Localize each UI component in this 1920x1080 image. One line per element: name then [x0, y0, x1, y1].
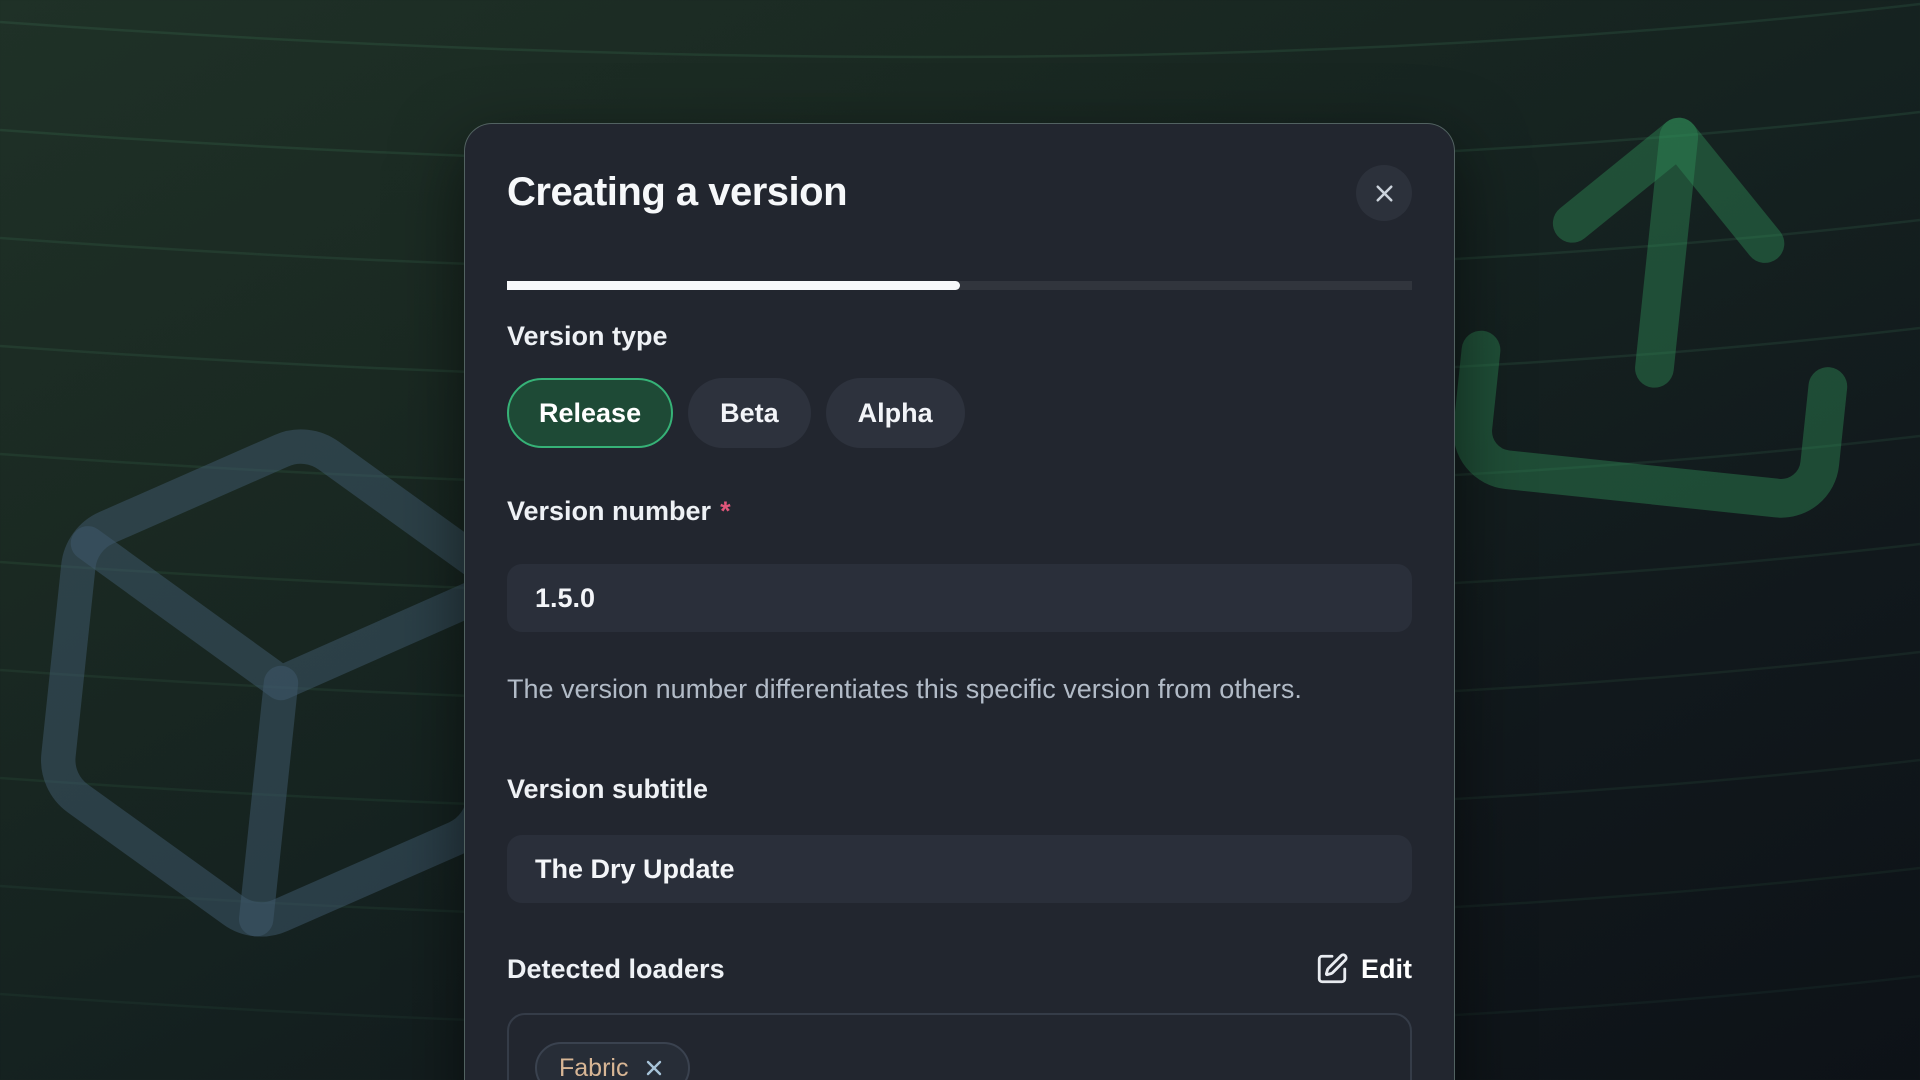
progress-fill [507, 281, 960, 290]
progress-bar [507, 281, 1412, 290]
upload-icon [1405, 55, 1916, 566]
loader-chip-fabric: Fabric [535, 1042, 690, 1080]
dialog-body: Version type Release Beta Alpha Version … [465, 321, 1454, 1080]
remove-icon [642, 1056, 666, 1080]
version-number-label: Version number * [507, 496, 1412, 526]
required-asterisk: * [720, 496, 731, 526]
loaders-container: Fabric [507, 1013, 1412, 1080]
page-title: Creating a version [507, 170, 1412, 214]
version-number-input[interactable] [507, 564, 1412, 632]
version-number-help: The version number differentiates this s… [507, 667, 1377, 711]
version-type-release-button[interactable]: Release [507, 378, 673, 448]
detected-loaders-row: Detected loaders Edit [507, 952, 1412, 986]
close-button[interactable] [1356, 165, 1412, 221]
close-icon [1371, 180, 1398, 207]
version-subtitle-label: Version subtitle [507, 774, 1412, 804]
edit-button-label: Edit [1361, 954, 1412, 985]
dialog-header: Creating a version [465, 124, 1454, 290]
remove-loader-button[interactable] [642, 1056, 666, 1080]
version-type-label: Version type [507, 321, 1412, 351]
version-type-beta-button[interactable]: Beta [688, 378, 811, 448]
loader-chip-label: Fabric [559, 1054, 628, 1080]
edit-button[interactable]: Edit [1315, 952, 1412, 986]
version-subtitle-input[interactable] [507, 835, 1412, 903]
edit-icon [1315, 952, 1349, 986]
create-version-dialog: Creating a version Version type Release … [464, 123, 1455, 1080]
detected-loaders-label: Detected loaders [507, 954, 725, 984]
version-type-options: Release Beta Alpha [507, 378, 1412, 448]
version-type-alpha-button[interactable]: Alpha [826, 378, 965, 448]
